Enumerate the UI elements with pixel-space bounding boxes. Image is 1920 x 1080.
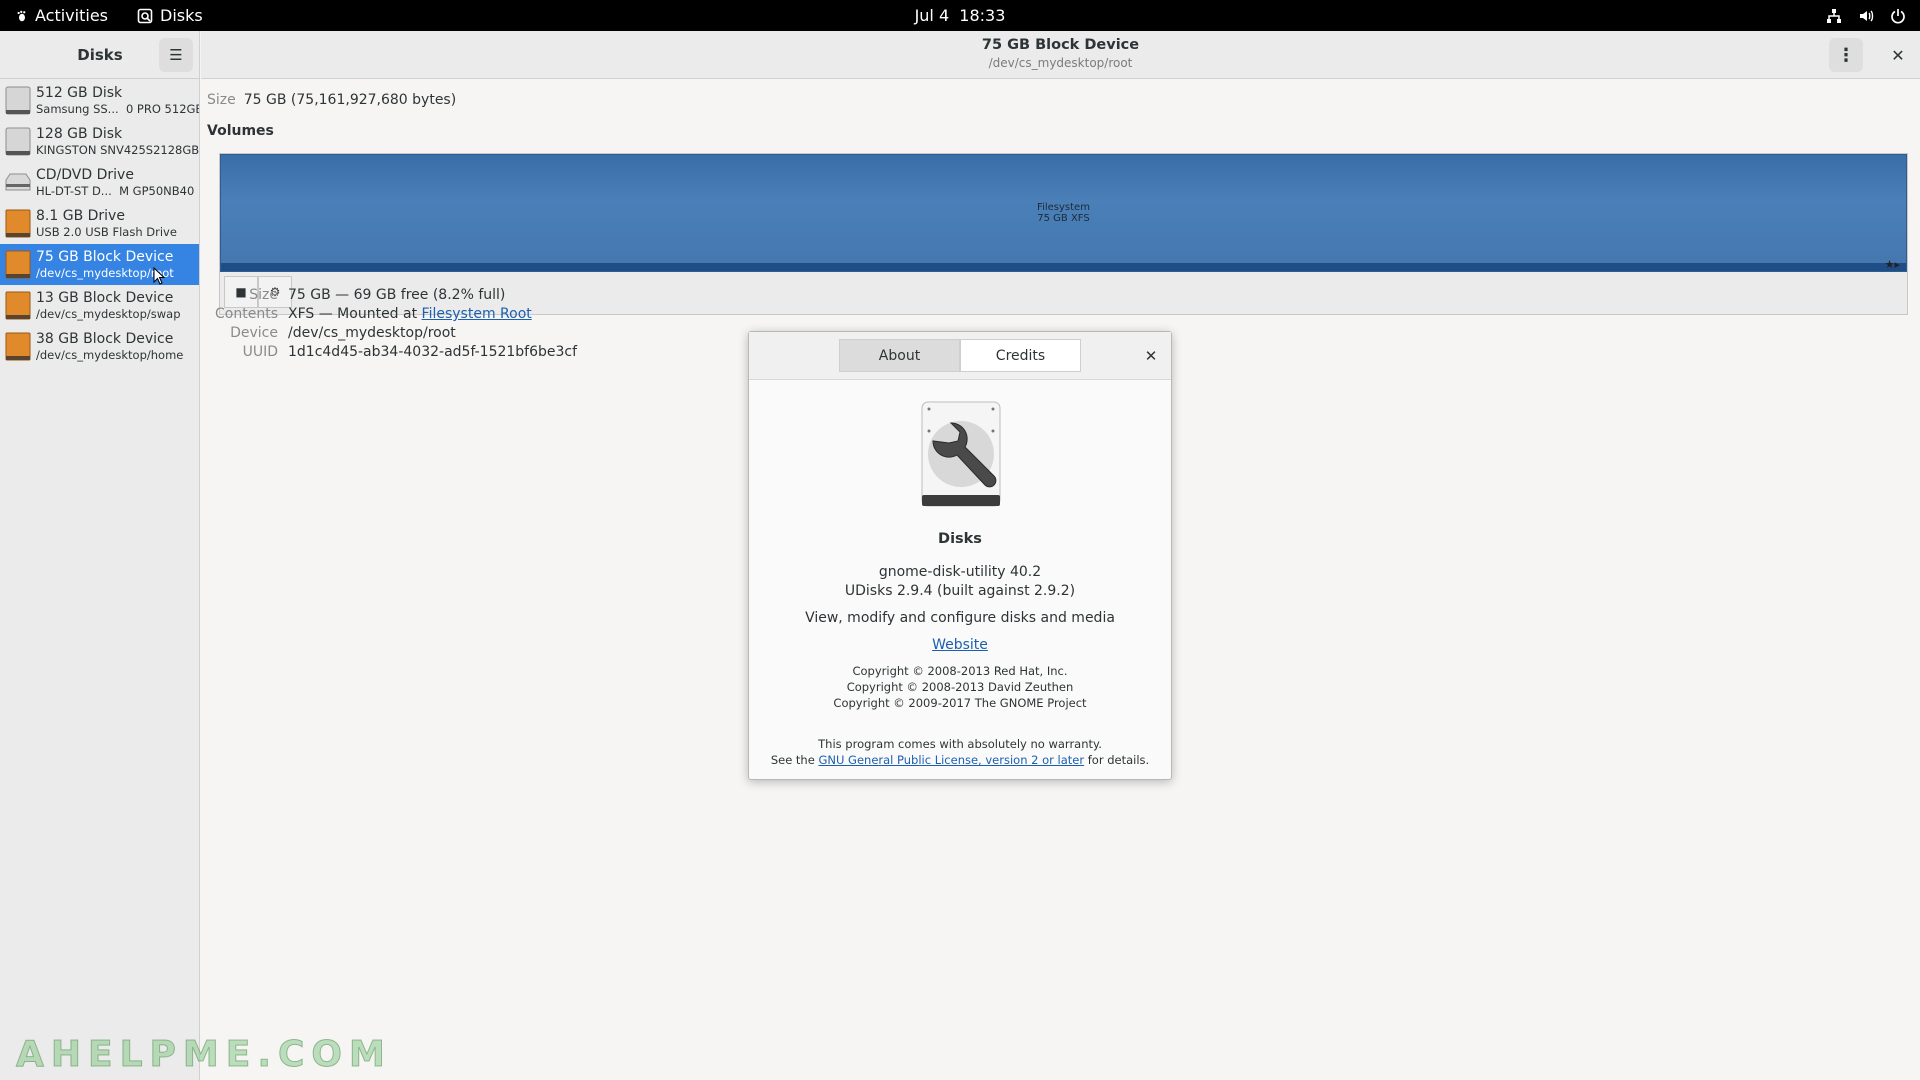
close-window-button[interactable]: ✕: [1881, 38, 1915, 72]
volume-icon: [1860, 10, 1874, 21]
sidebar-item-8gb-drive[interactable]: 8.1 GB Drive USB 2.0 USB Flash Drive: [0, 203, 199, 244]
drive-title: 8.1 GB Drive: [36, 207, 125, 224]
drive-options-button[interactable]: ⋮: [1829, 38, 1863, 72]
sidebar-item-cd-dvd-drive[interactable]: CD/DVD Drive HL-DT-ST D... M GP50NB40: [0, 162, 199, 203]
about-copyright: Copyright © 2008-2013 Red Hat, Inc. Copy…: [749, 663, 1171, 711]
hard-disk-icon: [5, 127, 31, 156]
about-dialog-header: About Credits ✕: [749, 332, 1171, 380]
detail-device-label: Device: [230, 325, 278, 341]
block-device-icon: [5, 332, 31, 361]
volumes-title: Volumes: [207, 123, 274, 139]
device-size-row: Size 75 GB (75,161,927,680 bytes): [207, 92, 456, 108]
device-title: 75 GB Block Device: [981, 37, 1140, 53]
size-label: Size: [207, 92, 236, 108]
block-device-icon: [5, 291, 31, 320]
kebab-menu-icon: ⋮: [1837, 44, 1855, 66]
about-website-row: Website: [749, 637, 1171, 653]
detail-uuid-label: UUID: [242, 344, 278, 360]
activities-label: Activities: [35, 6, 108, 25]
about-dialog: About Credits ✕ Disks gnome-disk-utility…: [748, 331, 1172, 780]
block-device-icon: [5, 250, 31, 279]
volume-filesystem-segment[interactable]: Filesystem 75 GB XFS ★▸: [220, 154, 1907, 272]
app-name: Disks: [160, 6, 203, 25]
disks-app-icon: [137, 8, 153, 23]
volume-bar-bottom: [221, 263, 1906, 271]
drive-title: 128 GB Disk: [36, 125, 123, 142]
drive-subtitle: /dev/cs_mydesktop/swap: [36, 306, 181, 321]
volume-type: Filesystem: [1037, 202, 1090, 213]
close-icon: ✕: [1891, 45, 1905, 65]
license-link[interactable]: GNU General Public License, version 2 or…: [818, 753, 1084, 767]
activities-button[interactable]: Activities: [16, 0, 108, 31]
drive-title: 38 GB Block Device: [36, 330, 174, 347]
main-header: 75 GB Block Device /dev/cs_mydesktop/roo…: [201, 31, 1920, 79]
drive-title: 75 GB Block Device: [36, 248, 174, 265]
drive-title: 512 GB Disk: [36, 84, 123, 101]
detail-contents-label: Contents: [215, 306, 278, 322]
sidebar-item-512gb-disk[interactable]: 512 GB Disk Samsung SS... 0 PRO 512GB: [0, 80, 199, 121]
volume-label: Filesystem 75 GB XFS: [221, 202, 1906, 224]
detail-size-label: Size: [249, 287, 278, 303]
drive-subtitle: KINGSTON SNV425S2128GB: [36, 142, 199, 157]
clock[interactable]: Jul 4 18:33: [915, 6, 1006, 25]
hard-disk-icon: [5, 86, 31, 115]
sidebar-item-38gb-block-device[interactable]: 38 GB Block Device/dev/cs_mydesktop/home: [0, 326, 199, 367]
gnome-foot-icon: [17, 10, 26, 21]
detail-contents-value: XFS — Mounted at Filesystem Root: [288, 305, 532, 324]
sidebar-item-13gb-block-device[interactable]: 13 GB Block Device/dev/cs_mydesktop/swap: [0, 285, 199, 326]
detail-device-value: /dev/cs_mydesktop/root: [288, 325, 456, 341]
contents-text: XFS — Mounted at: [288, 306, 422, 322]
drive-subtitle: /dev/cs_mydesktop/home: [36, 347, 184, 362]
disks-app-logo-icon: [921, 401, 1001, 507]
sidebar: Disks ☰ 512 GB Disk Samsung SS... 0 PRO 5…: [0, 31, 200, 1080]
app-menu[interactable]: Disks: [137, 0, 203, 31]
about-description: View, modify and configure disks and med…: [805, 610, 1115, 626]
tab-about[interactable]: About: [839, 339, 960, 372]
power-icon: [1891, 8, 1905, 24]
mounted-star-icon: ★▸: [1884, 258, 1900, 271]
watermark: AHELPME.COM: [16, 1034, 392, 1076]
about-app-name: Disks: [938, 531, 982, 547]
filesystem-root-link[interactable]: Filesystem Root: [422, 306, 532, 322]
detail-uuid-value: 1d1c4d45-ab34-4032-ad5f-1521bf6be3cf: [288, 344, 578, 360]
about-warranty: This program comes with absolutely no wa…: [749, 736, 1171, 768]
warranty-text: This program comes with absolutely no wa…: [818, 737, 1102, 751]
hamburger-menu-icon: ☰: [169, 46, 183, 64]
copyright-line: Copyright © 2009-2017 The GNOME Project: [833, 696, 1087, 710]
drive-subtitle: Samsung SS... 0 PRO 512GB: [36, 101, 199, 116]
copyright-line: Copyright © 2008-2013 David Zeuthen: [846, 680, 1074, 694]
usb-drive-icon: [5, 209, 31, 238]
detail-size-value: 75 GB — 69 GB free (8.2% full): [288, 287, 506, 303]
sidebar-item-75gb-block-device[interactable]: 75 GB Block Device/dev/cs_mydesktop/root: [0, 244, 199, 285]
drive-subtitle: HL-DT-ST D... M GP50NB40: [36, 183, 195, 198]
device-subtitle: /dev/cs_mydesktop/root: [988, 56, 1133, 70]
about-version: gnome-disk-utility 40.2: [878, 564, 1042, 580]
copyright-line: Copyright © 2008-2013 Red Hat, Inc.: [852, 664, 1068, 678]
volume-size: 75 GB XFS: [1037, 213, 1090, 224]
tab-credits[interactable]: Credits: [960, 339, 1081, 372]
optical-drive-icon: [5, 173, 31, 191]
size-value: 75 GB (75,161,927,680 bytes): [243, 92, 457, 108]
main-menu-button[interactable]: ☰: [159, 38, 193, 72]
about-tabs: About Credits: [839, 339, 1081, 372]
license-text: See the GNU General Public License, vers…: [749, 752, 1171, 768]
license-prefix: See the: [770, 753, 819, 767]
about-udisks-version: UDisks 2.9.4 (built against 2.9.2): [844, 583, 1076, 599]
close-icon: ✕: [1144, 347, 1158, 365]
drive-title: 13 GB Block Device: [36, 289, 174, 306]
website-link[interactable]: Website: [932, 637, 988, 653]
system-status-area[interactable]: [1826, 0, 1906, 31]
mouse-cursor-icon: [153, 267, 165, 285]
network-icon: [1827, 8, 1841, 23]
sidebar-item-128gb-disk[interactable]: 128 GB Disk KINGSTON SNV425S2128GB: [0, 121, 199, 162]
volume-details: Size 75 GB — 69 GB free (8.2% full) Conte…: [207, 286, 577, 362]
about-close-button[interactable]: ✕: [1139, 344, 1163, 368]
drive-title: CD/DVD Drive: [36, 166, 134, 183]
drive-subtitle: USB 2.0 USB Flash Drive: [36, 224, 177, 239]
top-bar: Activities Disks Jul 4 18:33: [0, 0, 1920, 31]
about-version-block: gnome-disk-utility 40.2 UDisks 2.9.4 (bu…: [749, 563, 1171, 601]
license-suffix: for details.: [1084, 753, 1150, 767]
drive-list: 512 GB Disk Samsung SS... 0 PRO 512GB 128…: [0, 80, 199, 367]
sidebar-header: Disks ☰: [0, 31, 199, 79]
